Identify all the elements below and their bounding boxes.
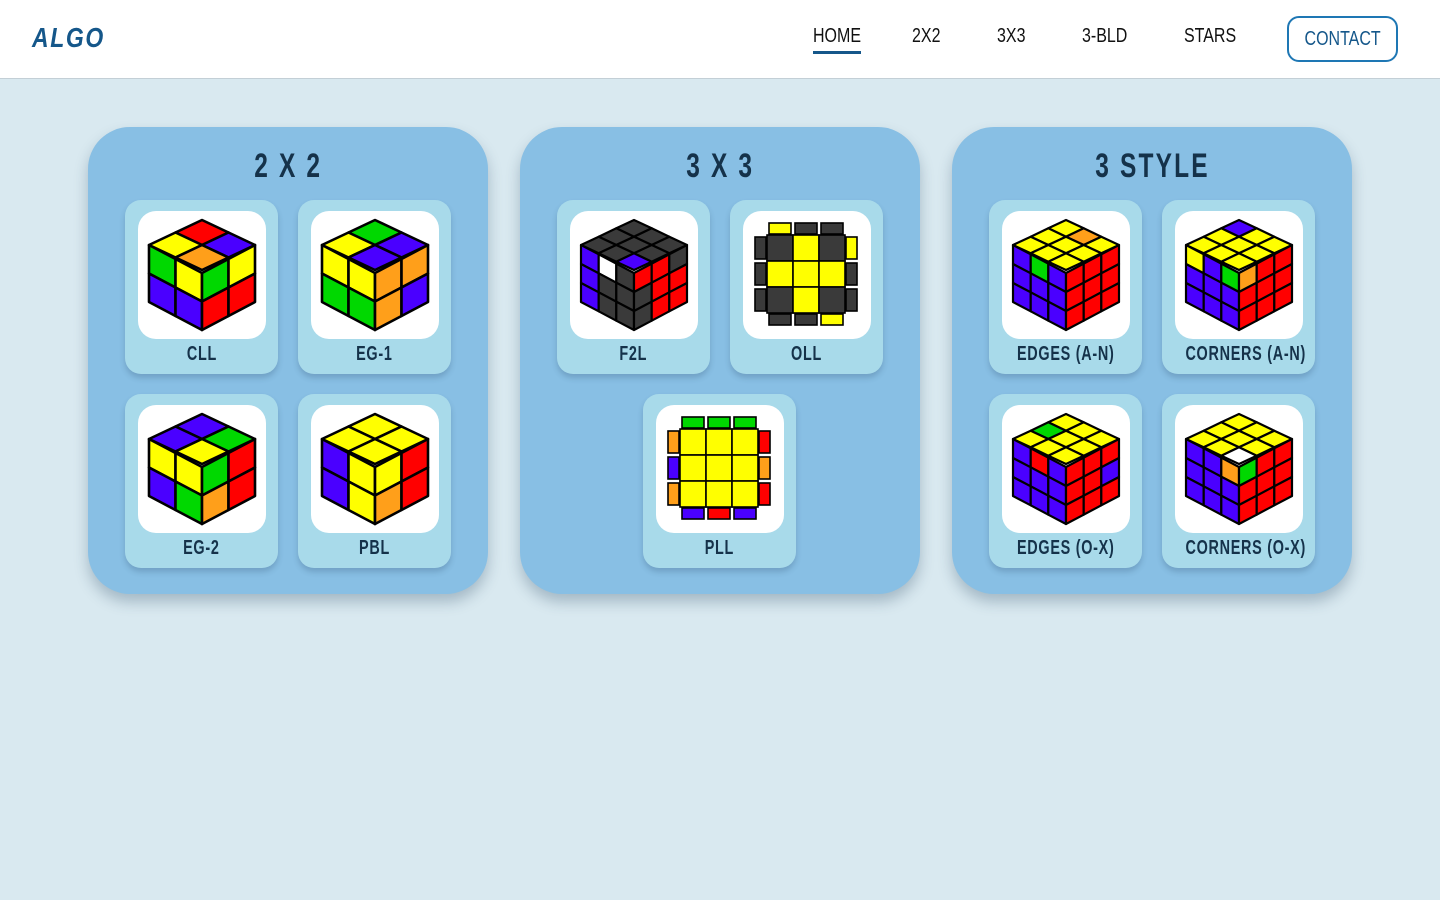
section-title: 3 STYLE <box>1094 147 1210 185</box>
section-title: 2 X 2 <box>254 147 322 185</box>
card-eg-1[interactable]: EG-1 <box>298 200 451 374</box>
cube-3x3-oll-icon <box>754 222 858 326</box>
card-label: OLL <box>791 343 822 365</box>
nav-3x3[interactable]: 3X3 <box>997 25 1025 48</box>
card-edges-a-n[interactable]: EDGES (A-N) <box>989 200 1142 374</box>
cube-2x2-eg2-icon <box>147 412 257 526</box>
cube-3style-corners-ox-icon <box>1184 412 1294 526</box>
card-pll[interactable]: PLL <box>643 394 796 568</box>
card-label: EG-1 <box>356 343 393 365</box>
card-label: PBL <box>359 537 390 559</box>
card-label: CORNERS (A-N) <box>1185 343 1306 365</box>
section-2x2: 2 X 2 CLL EG-1 EG-2 PBL <box>88 127 488 594</box>
contact-button-label: CONTACT <box>1304 27 1381 50</box>
site-logo[interactable]: ALGO <box>32 22 105 54</box>
nav-stars[interactable]: STARS <box>1184 25 1236 48</box>
card-label: PLL <box>704 537 735 559</box>
card-label: CLL <box>186 343 217 365</box>
card-cll[interactable]: CLL <box>125 200 278 374</box>
section-title: 3 X 3 <box>686 147 754 185</box>
section-3x3: 3 X 3 F2L OLL PLL <box>520 127 920 594</box>
card-f2l[interactable]: F2L <box>557 200 710 374</box>
card-pbl[interactable]: PBL <box>298 394 451 568</box>
nav-home[interactable]: HOME <box>813 25 861 54</box>
cube-2x2-eg1-icon <box>320 218 430 332</box>
card-oll[interactable]: OLL <box>730 200 883 374</box>
card-eg-2[interactable]: EG-2 <box>125 394 278 568</box>
cube-3style-edges-an-icon <box>1011 218 1121 332</box>
contact-button[interactable]: CONTACT <box>1287 16 1398 62</box>
section-3-style: 3 STYLE EDGES (A-N) CORNERS (A-N) EDGES … <box>952 127 1352 594</box>
cube-2x2-cll-icon <box>147 218 257 332</box>
card-label: EDGES (A-N) <box>1016 343 1115 365</box>
cube-3x3-f2l-icon <box>579 218 689 332</box>
cube-3style-corners-an-icon <box>1184 218 1294 332</box>
card-label: EG-2 <box>183 537 220 559</box>
card-corners-a-n[interactable]: CORNERS (A-N) <box>1162 200 1315 374</box>
nav-3-bld[interactable]: 3-BLD <box>1082 25 1127 48</box>
card-label: CORNERS (O-X) <box>1185 537 1307 559</box>
nav-2x2[interactable]: 2X2 <box>912 25 940 48</box>
card-edges-o-x[interactable]: EDGES (O-X) <box>989 394 1142 568</box>
cube-3style-edges-ox-icon <box>1011 412 1121 526</box>
card-corners-o-x[interactable]: CORNERS (O-X) <box>1162 394 1315 568</box>
cube-3x3-pll-icon <box>667 416 771 520</box>
top-navigation-bar: ALGO HOME 2X2 3X3 3-BLD STARS CONTACT <box>0 0 1440 79</box>
card-label: EDGES (O-X) <box>1016 537 1115 559</box>
card-label: F2L <box>619 343 648 365</box>
cube-2x2-pbl-icon <box>320 412 430 526</box>
